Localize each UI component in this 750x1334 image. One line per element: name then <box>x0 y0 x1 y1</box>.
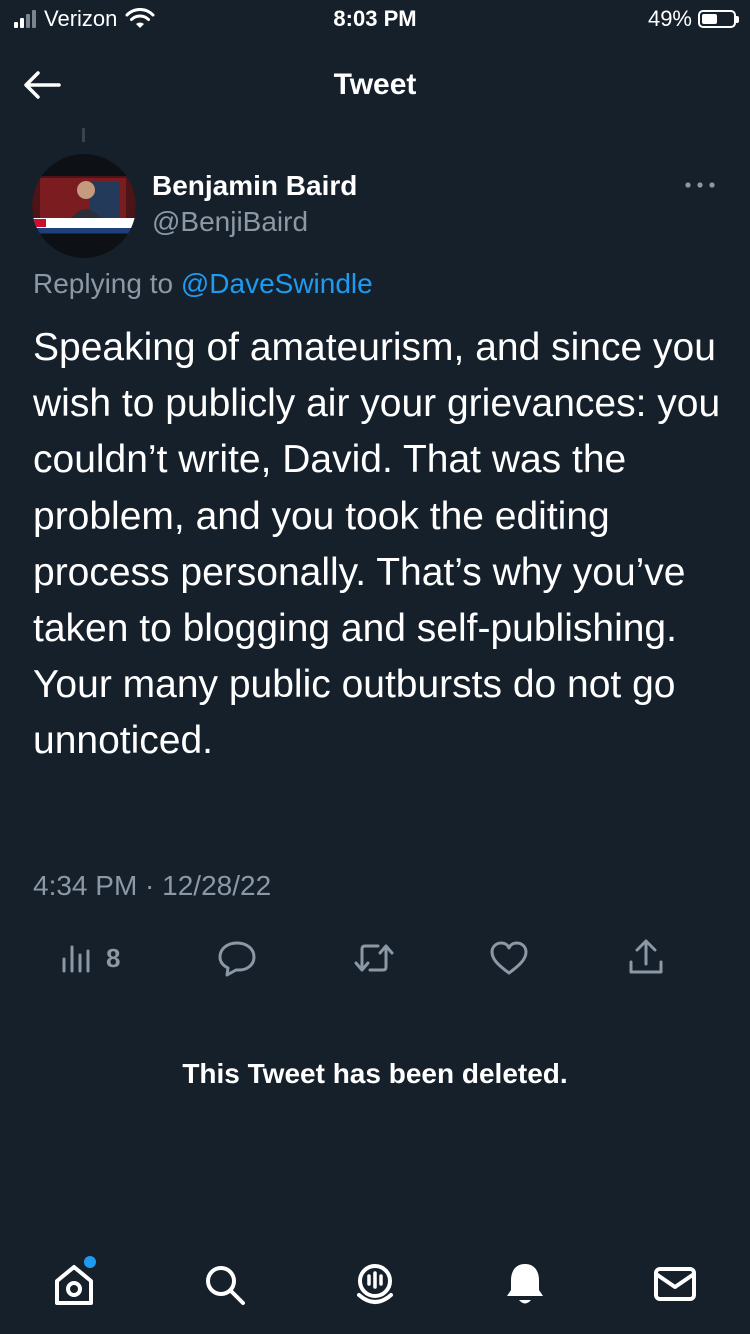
avatar[interactable] <box>32 154 136 258</box>
home-notification-dot <box>84 1256 96 1268</box>
tweet-timestamp[interactable]: 4:34 PM · 12/28/22 <box>33 870 271 902</box>
tweet-actions: 8 <box>0 936 750 984</box>
author-handle[interactable]: @BenjiBaird <box>152 206 308 238</box>
tab-messages[interactable] <box>647 1256 703 1312</box>
battery-percent: 49% <box>647 6 692 31</box>
reply-button[interactable] <box>216 936 258 980</box>
share-button[interactable] <box>626 936 666 980</box>
spaces-icon <box>357 1264 393 1304</box>
thread-connector <box>82 128 85 142</box>
tab-home[interactable] <box>46 1256 102 1312</box>
messages-icon <box>654 1267 696 1301</box>
status-right: 49% <box>647 6 739 32</box>
share-icon <box>629 939 663 974</box>
author-name[interactable]: Benjamin Baird <box>152 170 357 202</box>
top-nav: Tweet <box>0 56 750 114</box>
more-horizontal-icon <box>685 182 715 188</box>
deleted-tweet-notice: This Tweet has been deleted. <box>182 1058 568 1089</box>
replying-to-line: Replying to @DaveSwindle <box>33 268 373 300</box>
mention-link[interactable]: @DaveSwindle <box>181 268 373 299</box>
search-icon <box>206 1266 245 1305</box>
tab-spaces[interactable] <box>347 1256 403 1312</box>
reply-icon <box>218 941 256 977</box>
retweet-button[interactable] <box>352 936 396 980</box>
bottom-tab-bar <box>0 1240 750 1334</box>
views-icon <box>62 945 90 973</box>
page-title: Tweet <box>333 68 417 101</box>
more-options-button[interactable] <box>682 170 718 200</box>
tab-search[interactable] <box>196 1256 252 1312</box>
like-icon <box>490 941 528 975</box>
replying-prefix: Replying to <box>33 268 181 299</box>
status-time: 8:03 PM <box>333 6 417 31</box>
notifications-icon <box>507 1264 543 1304</box>
retweet-icon <box>354 944 394 972</box>
tweet-text: Speaking of amateurism, and since you wi… <box>33 326 721 763</box>
battery-icon <box>698 10 739 28</box>
status-bar: Verizon 8:03 PM 49% <box>0 0 750 40</box>
views-count: 8 <box>106 942 121 973</box>
tab-notifications[interactable] <box>497 1256 553 1312</box>
like-button[interactable] <box>488 936 530 980</box>
avatar-image <box>32 154 136 258</box>
views-button[interactable]: 8 <box>60 936 120 980</box>
